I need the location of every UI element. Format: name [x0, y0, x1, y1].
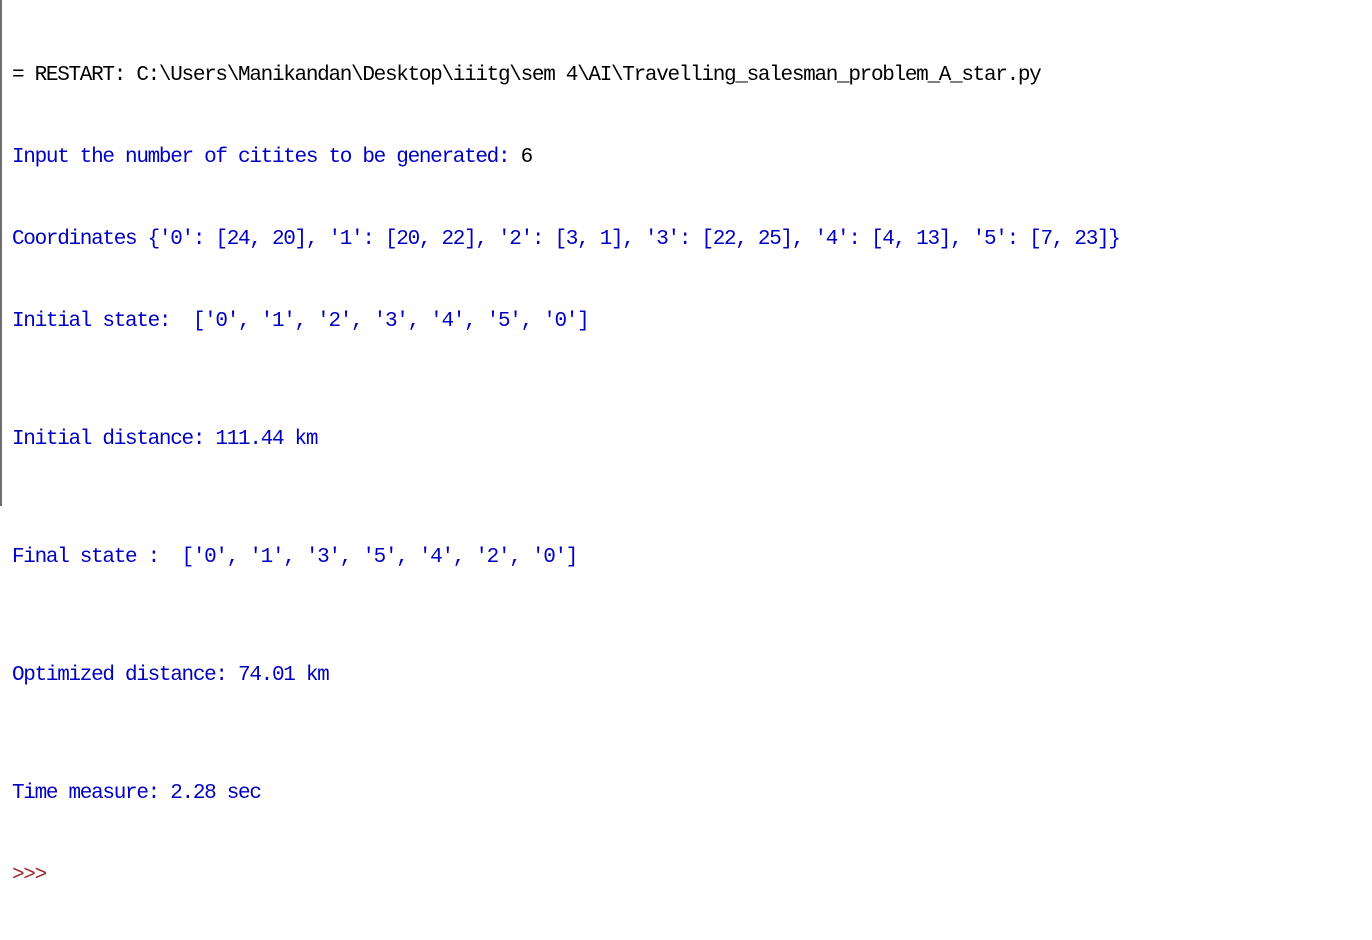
input-value-text: 6: [520, 146, 534, 169]
shell-prompt[interactable]: >>>: [12, 858, 1372, 894]
optimized-distance-line: Optimized distance: 74.01 km: [12, 664, 330, 687]
time-measure-line: Time measure: 2.28 sec: [12, 782, 262, 805]
python-shell-window: = RESTART: C:\Users\Manikandan\Desktop\i…: [0, 0, 1372, 887]
input-prompt-text: Input the number of citites to be genera…: [12, 146, 521, 169]
initial-distance-line: Initial distance: 111.44 km: [12, 428, 318, 451]
coordinates-line: Coordinates {'0': [24, 20], '1': [20, 22…: [12, 228, 1121, 251]
final-state-line: Final state : ['0', '1', '3', '5', '4', …: [12, 546, 578, 569]
restart-line: = RESTART: C:\Users\Manikandan\Desktop\i…: [12, 64, 1042, 87]
shell-output-area[interactable]: = RESTART: C:\Users\Manikandan\Desktop\i…: [12, 12, 1372, 940]
initial-state-line: Initial state: ['0', '1', '2', '3', '4',…: [12, 310, 590, 333]
input-line: Input the number of citites to be genera…: [12, 140, 1372, 176]
